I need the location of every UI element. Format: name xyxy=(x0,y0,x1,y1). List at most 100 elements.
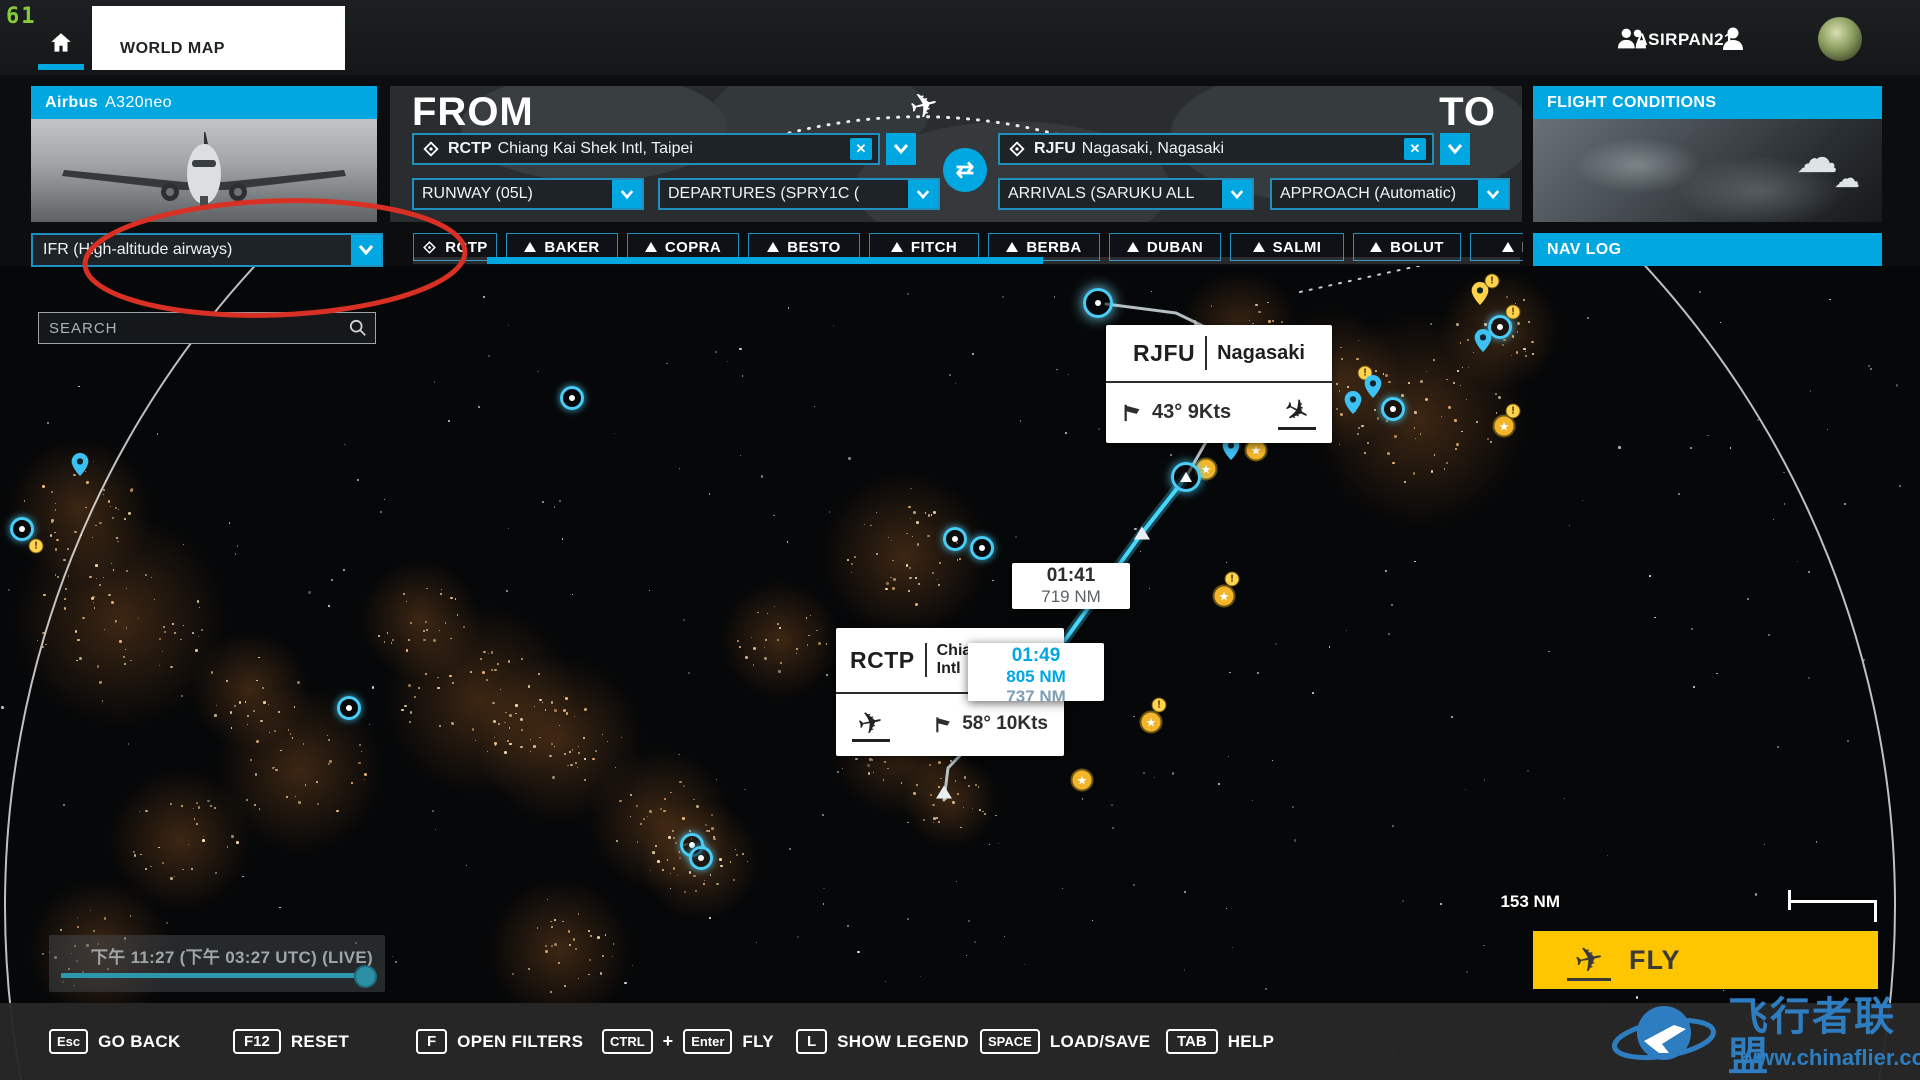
waypoint-scrollbar-thumb[interactable] xyxy=(487,257,1043,264)
tab-world-map[interactable]: WORLD MAP xyxy=(92,6,345,70)
chevron-down-icon[interactable] xyxy=(612,180,642,208)
search-input[interactable]: SEARCH xyxy=(38,312,376,344)
waypoint-triangle-icon xyxy=(1006,242,1019,252)
waypoint-chip-label: FITCH xyxy=(910,238,958,256)
chevron-down-icon[interactable] xyxy=(908,180,938,208)
dest-icao: RJFU xyxy=(1133,339,1196,366)
airport-marker-icon[interactable] xyxy=(1381,397,1405,421)
locate-icon xyxy=(423,141,439,157)
hint-label: FLY xyxy=(742,1031,774,1051)
runway-dropdown[interactable]: RUNWAY (05L) xyxy=(412,178,644,210)
map-pin-icon[interactable] xyxy=(1474,329,1492,357)
map-pin-icon[interactable] xyxy=(71,453,89,481)
waypoint-triangle-icon xyxy=(644,242,657,252)
hint-label: RESET xyxy=(290,1031,350,1051)
waypoint-chip-label: BOLUT xyxy=(1390,238,1444,256)
locate-icon xyxy=(423,240,437,254)
waypoint-scrollbar-track[interactable] xyxy=(413,257,1520,264)
alert-marker[interactable]: ! xyxy=(1505,403,1521,419)
runway-value: RUNWAY (05L) xyxy=(422,185,533,202)
time-slider-knob[interactable] xyxy=(354,965,377,988)
poi-star-marker[interactable]: ★ xyxy=(1139,710,1163,734)
airport-marker-icon[interactable] xyxy=(943,527,967,551)
key-esc: Esc xyxy=(49,1029,89,1054)
leg2-time: 01:49 xyxy=(1011,645,1061,666)
departures-dropdown[interactable]: DEPARTURES (SPRY1C ( xyxy=(658,178,940,210)
hint-label: GO BACK xyxy=(98,1031,181,1051)
key-tab: TAB xyxy=(1166,1029,1218,1054)
swap-airports-button[interactable]: ⇄ xyxy=(943,148,987,192)
chinaflier-logo xyxy=(1612,1006,1716,1061)
divider xyxy=(1205,336,1208,370)
fly-button[interactable]: ✈ FLY xyxy=(1533,931,1878,989)
clear-to-button[interactable]: ✕ xyxy=(1404,138,1426,160)
alert-marker[interactable]: ! xyxy=(1224,571,1240,587)
home-icon xyxy=(51,33,71,52)
airport-marker-icon[interactable] xyxy=(1083,288,1113,318)
aircraft-header[interactable]: Airbus A320neo xyxy=(31,86,377,119)
active-tab-underline xyxy=(38,64,84,70)
from-label: FROM xyxy=(412,90,534,134)
from-airport-field[interactable]: RCTP Chiang Kai Shek Intl, Taipei ✕ xyxy=(412,133,880,165)
to-dropdown-chevron[interactable] xyxy=(1440,133,1470,165)
waypoint-triangle-marker[interactable] xyxy=(1134,526,1150,540)
time-slider-panel[interactable]: 下午 11:27 (下午 03:27 UTC) (LIVE) xyxy=(49,935,385,992)
airport-marker-icon[interactable] xyxy=(560,386,584,410)
top-bar: 61 WORLD MAP ASIRPAN21 xyxy=(0,0,1920,75)
waypoint-triangle-icon xyxy=(1370,242,1383,252)
active-waypoint-marker[interactable] xyxy=(1171,462,1201,492)
search-icon xyxy=(349,319,366,336)
approach-dropdown[interactable]: APPROACH (Automatic) xyxy=(1270,178,1510,210)
chevron-down-icon[interactable] xyxy=(351,235,381,265)
to-airport-field[interactable]: RJFU Nagasaki, Nagasaki ✕ xyxy=(998,133,1434,165)
nav-log-button[interactable]: NAV LOG xyxy=(1533,233,1882,266)
alert-marker[interactable]: ! xyxy=(1505,304,1521,320)
plus-separator: + xyxy=(662,1031,674,1051)
arrivals-dropdown[interactable]: ARRIVALS (SARUKU ALL xyxy=(998,178,1254,210)
chevron-down-icon[interactable] xyxy=(1478,180,1508,208)
flight-rules-dropdown[interactable]: IFR (High-altitude airways) xyxy=(31,233,383,267)
takeoff-icon: ✈ xyxy=(852,705,890,742)
map-pin-icon[interactable] xyxy=(1364,375,1382,403)
destination-airport-card[interactable]: RJFU Nagasaki 43° 9Kts ✈ xyxy=(1106,325,1332,443)
airport-marker-icon[interactable] xyxy=(689,846,713,870)
alert-marker[interactable]: ! xyxy=(1151,697,1167,713)
airport-marker-icon[interactable] xyxy=(337,696,361,720)
fps-counter: 61 xyxy=(6,4,37,29)
airport-marker-icon[interactable] xyxy=(1488,315,1512,339)
key-enter: Enter xyxy=(683,1029,733,1054)
from-dropdown-chevron[interactable] xyxy=(886,133,916,165)
watermark: 飞行者联盟 www.chinaflier.com xyxy=(1610,995,1920,1080)
chevron-down-icon[interactable] xyxy=(1222,180,1252,208)
aircraft-panel[interactable]: Airbus A320neo xyxy=(31,86,377,222)
alert-marker[interactable]: ! xyxy=(1484,273,1500,289)
poi-star-marker[interactable]: ★ xyxy=(1212,584,1236,608)
waypoint-chip-label: BERBA xyxy=(1026,238,1082,256)
waypoint-triangle-icon xyxy=(1501,242,1514,252)
hint-open-filters: F OPEN FILTERS xyxy=(416,1003,583,1080)
arrivals-value: ARRIVALS (SARUKU ALL xyxy=(1008,185,1195,202)
waypoint-triangle-icon xyxy=(524,242,537,252)
leg2-distance: 805 NM xyxy=(1006,667,1066,686)
airport-marker-icon[interactable] xyxy=(970,536,994,560)
tab-home[interactable] xyxy=(38,30,84,72)
waypoint-chip-label: BESTO xyxy=(787,238,841,256)
waypoint-chip-label: MIK xyxy=(1522,239,1523,256)
approach-value: APPROACH (Automatic) xyxy=(1280,185,1457,202)
clear-from-button[interactable]: ✕ xyxy=(850,138,872,160)
watermark-url: www.chinaflier.com xyxy=(1740,1045,1920,1070)
alert-marker[interactable]: ! xyxy=(28,538,44,554)
airport-marker-icon[interactable] xyxy=(10,517,34,541)
windsock-icon xyxy=(1124,404,1140,422)
map-pin-icon[interactable] xyxy=(1344,391,1362,419)
flight-conditions-header[interactable]: FLIGHT CONDITIONS xyxy=(1533,86,1882,119)
world-map[interactable]: !★★!★!★★!!!!★! RJFU Nagasaki 43° 9Kts ✈ xyxy=(0,266,1920,1080)
dest-name: Nagasaki xyxy=(1217,341,1305,364)
leg-time-distance-label: 01:41 719 NM xyxy=(1012,563,1130,609)
poi-star-marker[interactable]: ★ xyxy=(1070,768,1094,792)
avatar[interactable] xyxy=(1818,17,1862,61)
origin-wind: 58° 10Kts xyxy=(962,713,1048,734)
flight-conditions-panel[interactable]: FLIGHT CONDITIONS ☁ ☁ xyxy=(1533,86,1882,222)
waypoint-triangle-marker[interactable] xyxy=(936,785,952,799)
time-slider-track[interactable] xyxy=(61,973,369,978)
